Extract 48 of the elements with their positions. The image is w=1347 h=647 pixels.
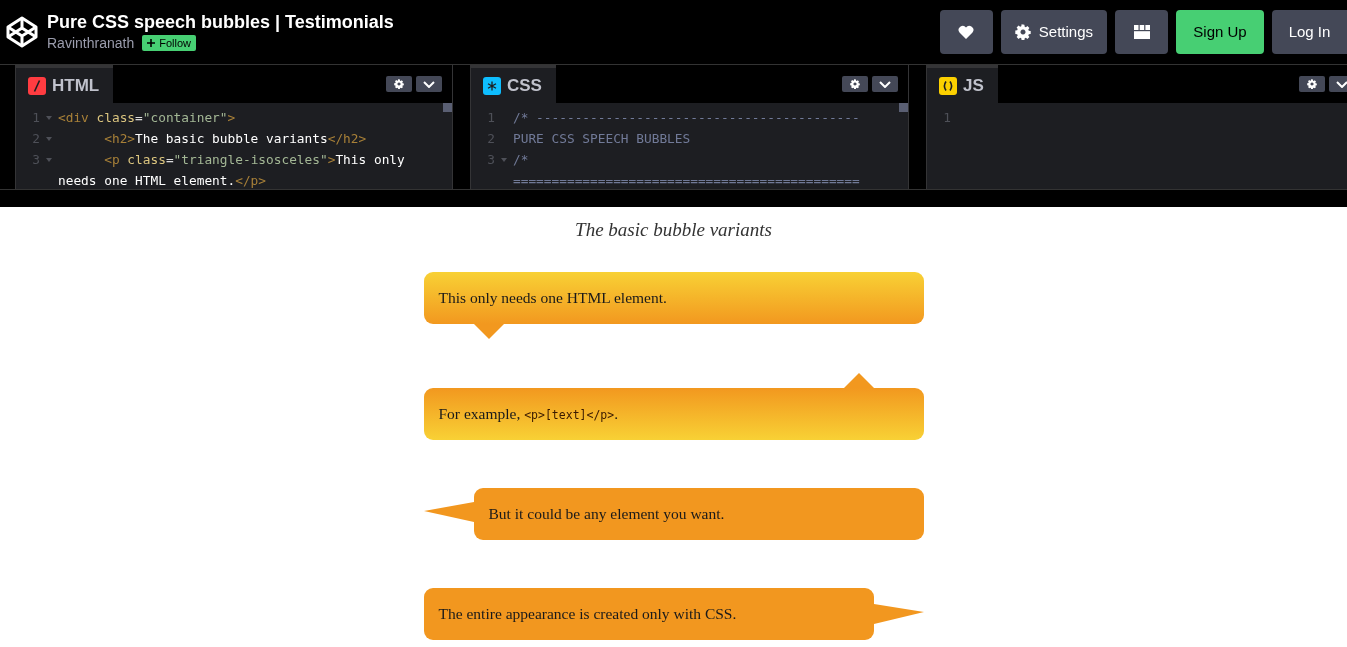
heart-icon <box>958 25 975 39</box>
bubble-tail <box>843 372 874 388</box>
layout-button[interactable] <box>1115 10 1168 54</box>
pen-title: Pure CSS speech bubbles | Testimonials <box>47 10 394 33</box>
settings-icon <box>394 79 404 89</box>
editor-settings-button[interactable] <box>386 76 412 92</box>
sign-up-button[interactable]: Sign Up <box>1176 10 1264 54</box>
settings-button[interactable]: Settings <box>1000 10 1107 54</box>
settings-icon <box>850 79 860 89</box>
css-icon <box>483 76 501 95</box>
chevron-down-icon <box>879 80 891 88</box>
settings-icon <box>1307 79 1317 89</box>
editor-tab[interactable]: JS <box>927 65 998 103</box>
bubble-tail <box>873 603 924 624</box>
plus-icon <box>147 39 156 47</box>
code-line: <h2>The basic bubble variants</h2> <box>103 130 367 148</box>
code-line: <p class="triangle-isosceles">This only <box>103 151 405 169</box>
like-button[interactable] <box>939 10 993 54</box>
log-in-button[interactable]: Log In <box>1272 10 1347 54</box>
js-icon <box>939 76 957 95</box>
code-line: needs one HTML element.</p> <box>58 172 267 189</box>
settings-icon <box>1014 24 1031 40</box>
chevron-down-icon <box>423 80 435 88</box>
speech-bubble: This only needs one HTML element. <box>423 271 924 324</box>
code-line: /* ------------------------------------------ <box>513 109 860 127</box>
html-icon <box>28 76 46 95</box>
editor-tab[interactable]: CSS <box>471 65 556 103</box>
editor-settings-button[interactable] <box>842 76 868 92</box>
bubble-tail <box>473 323 504 339</box>
code-line: <div class="container"> <box>58 109 236 127</box>
codepen-logo-icon[interactable] <box>5 15 39 49</box>
code-line: ============================================= <box>513 172 860 189</box>
code-line: PURE CSS SPEECH BUBBLES <box>513 130 691 148</box>
chevron-down-icon <box>1336 80 1347 88</box>
follow-button[interactable]: Follow <box>142 35 196 51</box>
author-name[interactable]: Ravinthranath <box>47 32 135 54</box>
speech-bubble: But it could be any element you want. <box>473 487 924 540</box>
speech-bubble: The entire appearance is created only with CSS. <box>423 587 874 640</box>
scrollbar-thumb[interactable] <box>899 103 908 112</box>
editor-settings-button[interactable] <box>1299 76 1325 92</box>
preview-heading: The basic bubble variants <box>575 219 772 242</box>
layout-icon <box>1133 25 1150 39</box>
collapse-button[interactable] <box>416 76 442 92</box>
speech-bubble: For example, <p>[text]</p>. <box>423 387 924 440</box>
code-line: /* <box>513 151 529 169</box>
collapse-button[interactable] <box>872 76 898 92</box>
editor-tab[interactable]: HTML <box>16 65 114 103</box>
scrollbar-thumb[interactable] <box>443 103 452 112</box>
